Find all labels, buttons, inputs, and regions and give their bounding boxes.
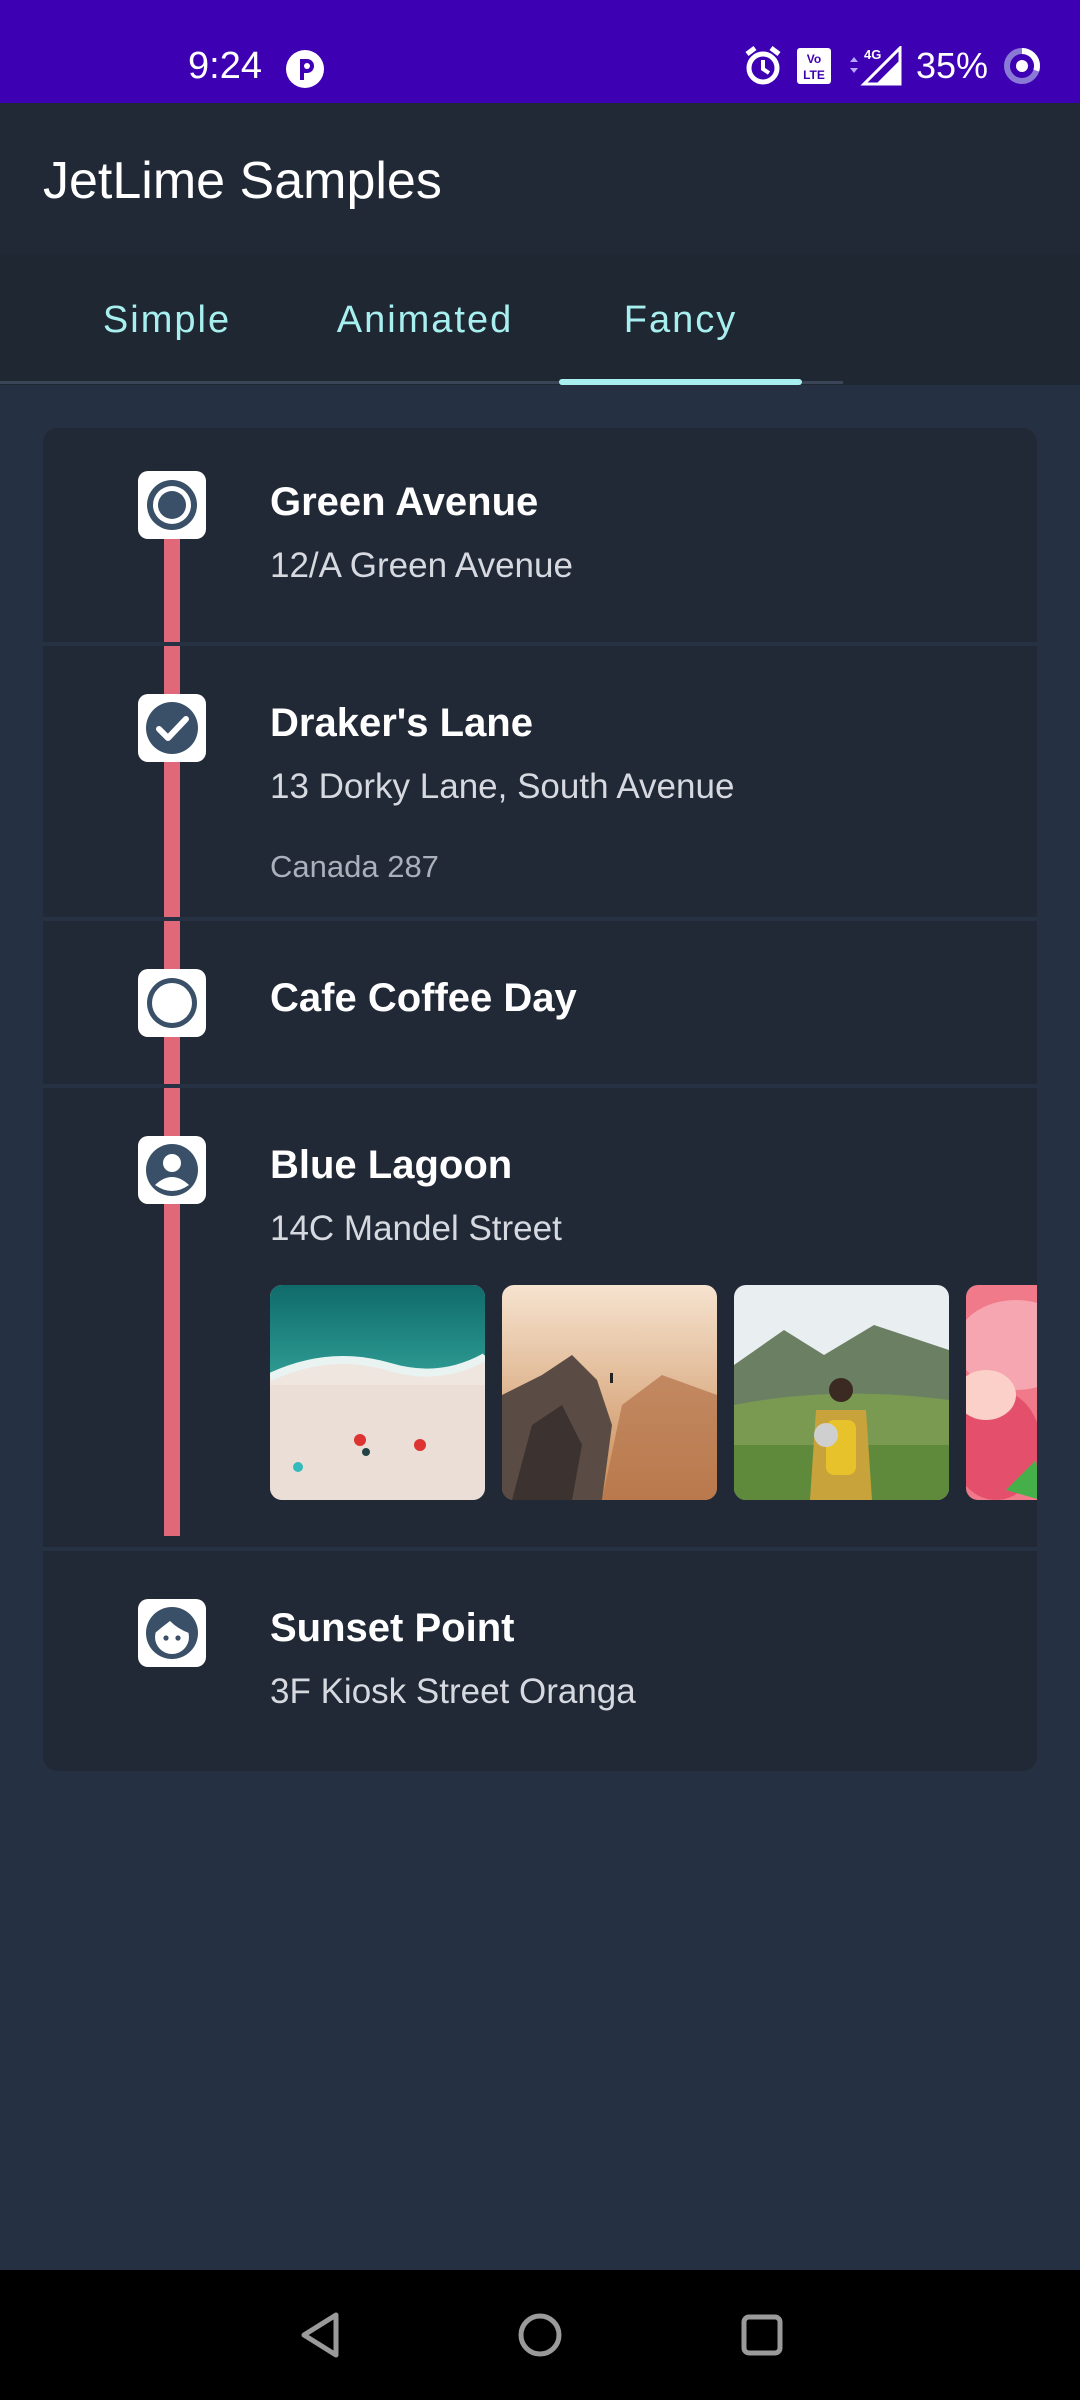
pink-flower-photo[interactable] (966, 1285, 1037, 1500)
timeline-card: Green Avenue 12/A Green Avenue Draker's … (43, 428, 1037, 1771)
alarm-icon (744, 46, 782, 86)
app-bar: JetLime Samples (0, 103, 1080, 255)
radio-selected-icon (138, 471, 206, 539)
divider (43, 1547, 1037, 1551)
recents-icon[interactable] (734, 2307, 790, 2363)
timeline-item-title: Cafe Coffee Day (270, 976, 577, 1020)
timeline-item-subtitle: 12/A Green Avenue (270, 546, 573, 585)
timeline-item-title: Sunset Point (270, 1606, 515, 1650)
hiker-valley-photo[interactable] (734, 1285, 949, 1500)
tab-bar: Simple Animated Fancy (0, 255, 1080, 385)
system-nav-bar (0, 2270, 1080, 2400)
timeline-item-title: Green Avenue (270, 480, 539, 524)
beach-aerial-photo[interactable] (270, 1285, 485, 1500)
timeline-item-title: Blue Lagoon (270, 1143, 513, 1187)
divider (43, 1084, 1037, 1088)
home-icon[interactable] (512, 2307, 568, 2363)
account-circle-icon (138, 1136, 206, 1204)
svg-text:Vo: Vo (807, 52, 821, 66)
divider (43, 917, 1037, 921)
battery-percent: 35% (915, 45, 988, 86)
tab-animated[interactable]: Animated (310, 255, 540, 385)
timeline-item-extra: Canada 287 (270, 849, 439, 884)
app-notification-icon (285, 49, 325, 89)
tab-selected-indicator (559, 379, 802, 385)
status-bar: 9:24 Vo LTE 4G 35% (0, 0, 1080, 103)
tab-fancy[interactable]: Fancy (559, 255, 802, 385)
back-icon[interactable] (292, 2307, 348, 2363)
timeline-item-subtitle: 3F Kiosk Street Oranga (270, 1672, 636, 1711)
tab-simple[interactable]: Simple (62, 255, 272, 385)
timeline-item-title: Draker's Lane (270, 701, 533, 745)
status-time: 9:24 (188, 45, 262, 87)
signal-4g-icon: 4G (846, 46, 902, 86)
volte-icon: Vo LTE (796, 47, 832, 85)
timeline-item-subtitle: 13 Dorky Lane, South Avenue (270, 767, 735, 806)
circle-outline-icon (138, 969, 206, 1037)
app-title: JetLime Samples (43, 152, 442, 210)
svg-text:LTE: LTE (803, 68, 825, 82)
timeline-item-subtitle: 14C Mandel Street (270, 1209, 562, 1248)
check-circle-icon (138, 694, 206, 762)
face-icon (138, 1599, 206, 1667)
battery-ring-icon (1002, 46, 1042, 86)
svg-text:4G: 4G (864, 47, 881, 62)
canyon-cliff-photo[interactable] (502, 1285, 717, 1500)
divider (43, 642, 1037, 646)
